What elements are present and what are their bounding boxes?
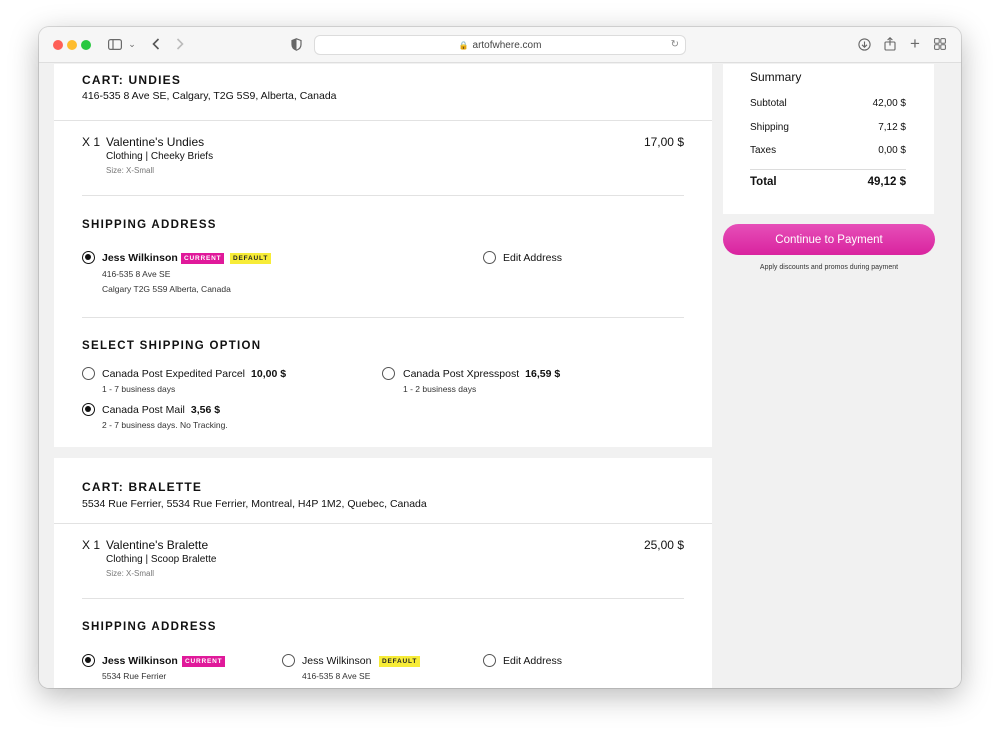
option-price: 10,00 $: [251, 368, 287, 380]
browser-window: ⌄ 🔒 artofwhere.com ↻ + CART: UNDIES 416-…: [39, 27, 961, 688]
shipping-address-title: SHIPPING ADDRESS: [82, 621, 217, 633]
edit-address-label[interactable]: Edit Address: [503, 252, 562, 264]
address-radio-selected[interactable]: [82, 251, 95, 264]
address-line2: Calgary T2G 5S9 Alberta, Canada: [102, 284, 231, 294]
row-value: 0,00 $: [878, 145, 906, 156]
payment-note: Apply discounts and promos during paymen…: [759, 264, 899, 271]
default-badge: DEFAULT: [379, 656, 421, 667]
item-name: Valentine's Undies: [106, 135, 205, 149]
edit-address-radio[interactable]: [483, 251, 496, 264]
address-radio-default[interactable]: [282, 654, 295, 667]
item-name: Valentine's Bralette: [106, 538, 209, 552]
order-summary: Summary Subtotal 42,00 $ Shipping 7,12 $…: [723, 64, 934, 214]
item-price: 17,00 $: [643, 135, 684, 149]
divider: [54, 523, 712, 524]
cart-title: CART: BRALETTE: [82, 480, 203, 494]
divider: [750, 169, 906, 170]
option-price: 3,56 $: [190, 404, 221, 416]
divider: [54, 120, 712, 121]
cart-panel-bralette: CART: BRALETTE 5534 Rue Ferrier, 5534 Ru…: [54, 458, 712, 688]
shipping-option-title: SELECT SHIPPING OPTION: [82, 340, 262, 352]
close-window-button[interactable]: [53, 40, 63, 50]
option-note: 2 - 7 business days. No Tracking.: [102, 420, 228, 430]
address-bar[interactable]: 🔒 artofwhere.com ↻: [314, 35, 686, 55]
reload-icon[interactable]: ↻: [671, 39, 679, 50]
address-radio-current[interactable]: [82, 654, 95, 667]
default-badge: DEFAULT: [230, 253, 272, 264]
option-note: 1 - 7 business days: [102, 384, 176, 394]
shipping-option-radio-expedited[interactable]: [82, 367, 95, 380]
item-category: Clothing | Cheeky Briefs: [106, 151, 214, 162]
address-line1: 416-535 8 Ave SE: [302, 671, 371, 681]
forward-icon[interactable]: [173, 34, 187, 54]
address-line1: 416-535 8 Ave SE: [102, 269, 171, 279]
item-quantity: X 1: [82, 538, 101, 552]
lock-icon: 🔒: [458, 40, 469, 50]
tab-overview-icon[interactable]: [933, 34, 947, 54]
continue-to-payment-button[interactable]: Continue to Payment: [723, 224, 935, 255]
cart-panel-undies: CART: UNDIES 416-535 8 Ave SE, Calgary, …: [54, 64, 712, 447]
total-value: 49,12 $: [867, 176, 906, 188]
option-name: Canada Post Expedited Parcel: [102, 368, 246, 380]
row-label: Taxes: [750, 145, 777, 156]
sidebar-toggle-icon[interactable]: [107, 34, 123, 54]
divider: [82, 598, 684, 599]
total-label: Total: [750, 176, 777, 188]
row-value: 7,12 $: [878, 122, 906, 133]
edit-address-radio[interactable]: [483, 654, 496, 667]
back-icon[interactable]: [149, 34, 163, 54]
shipping-option-mail[interactable]: Canada Post Mail 3,56 $: [102, 404, 220, 416]
item-quantity: X 1: [82, 135, 101, 149]
option-note: 1 - 2 business days: [403, 384, 477, 394]
download-icon[interactable]: [857, 34, 871, 54]
current-badge: CURRENT: [181, 253, 225, 264]
divider: [82, 195, 684, 196]
minimize-window-button[interactable]: [67, 40, 77, 50]
row-label: Subtotal: [750, 98, 787, 109]
item-category: Clothing | Scoop Bralette: [106, 554, 217, 565]
current-badge: CURRENT: [182, 656, 226, 667]
divider: [82, 317, 684, 318]
url-text: artofwhere.com: [472, 39, 542, 51]
summary-row-total: Total 49,12 $: [750, 176, 906, 188]
chevron-down-icon[interactable]: ⌄: [127, 34, 137, 54]
shipping-option-xpresspost[interactable]: Canada Post Xpresspost 16,59 $: [403, 368, 560, 380]
shipping-option-expedited[interactable]: Canada Post Expedited Parcel 10,00 $: [102, 368, 286, 380]
row-label: Shipping: [750, 122, 789, 133]
item-size: Size: X-Small: [106, 166, 155, 175]
summary-row-subtotal: Subtotal 42,00 $: [750, 98, 906, 109]
zoom-window-button[interactable]: [81, 40, 91, 50]
summary-row-shipping: Shipping 7,12 $: [750, 122, 906, 133]
cart-title: CART: UNDIES: [82, 73, 182, 87]
shipping-address-title: SHIPPING ADDRESS: [82, 219, 217, 231]
address-name: Jess Wilkinson: [102, 655, 178, 667]
shipping-option-radio-mail[interactable]: [82, 403, 95, 416]
page-content: CART: UNDIES 416-535 8 Ave SE, Calgary, …: [39, 64, 961, 688]
item-size: Size: X-Small: [106, 569, 155, 578]
address-name: Jess Wilkinson: [102, 252, 178, 264]
new-tab-icon[interactable]: +: [908, 34, 922, 54]
cart-address: 416-535 8 Ave SE, Calgary, T2G 5S9, Albe…: [82, 90, 337, 102]
browser-toolbar: ⌄ 🔒 artofwhere.com ↻ +: [39, 27, 961, 63]
shipping-option-radio-xpresspost[interactable]: [382, 367, 395, 380]
summary-title: Summary: [750, 70, 802, 84]
row-value: 42,00 $: [872, 98, 906, 109]
share-icon[interactable]: [883, 34, 897, 54]
option-name: Canada Post Xpresspost: [403, 368, 520, 380]
item-price: 25,00 $: [643, 538, 684, 552]
cart-address: 5534 Rue Ferrier, 5534 Rue Ferrier, Mont…: [82, 498, 427, 510]
edit-address-label[interactable]: Edit Address: [503, 655, 562, 667]
option-name: Canada Post Mail: [102, 404, 185, 416]
address-name: Jess Wilkinson: [302, 655, 372, 667]
address-line1: 5534 Rue Ferrier: [102, 671, 167, 681]
option-price: 16,59 $: [525, 368, 561, 380]
summary-row-taxes: Taxes 0,00 $: [750, 145, 906, 156]
privacy-shield-icon[interactable]: [289, 34, 303, 54]
